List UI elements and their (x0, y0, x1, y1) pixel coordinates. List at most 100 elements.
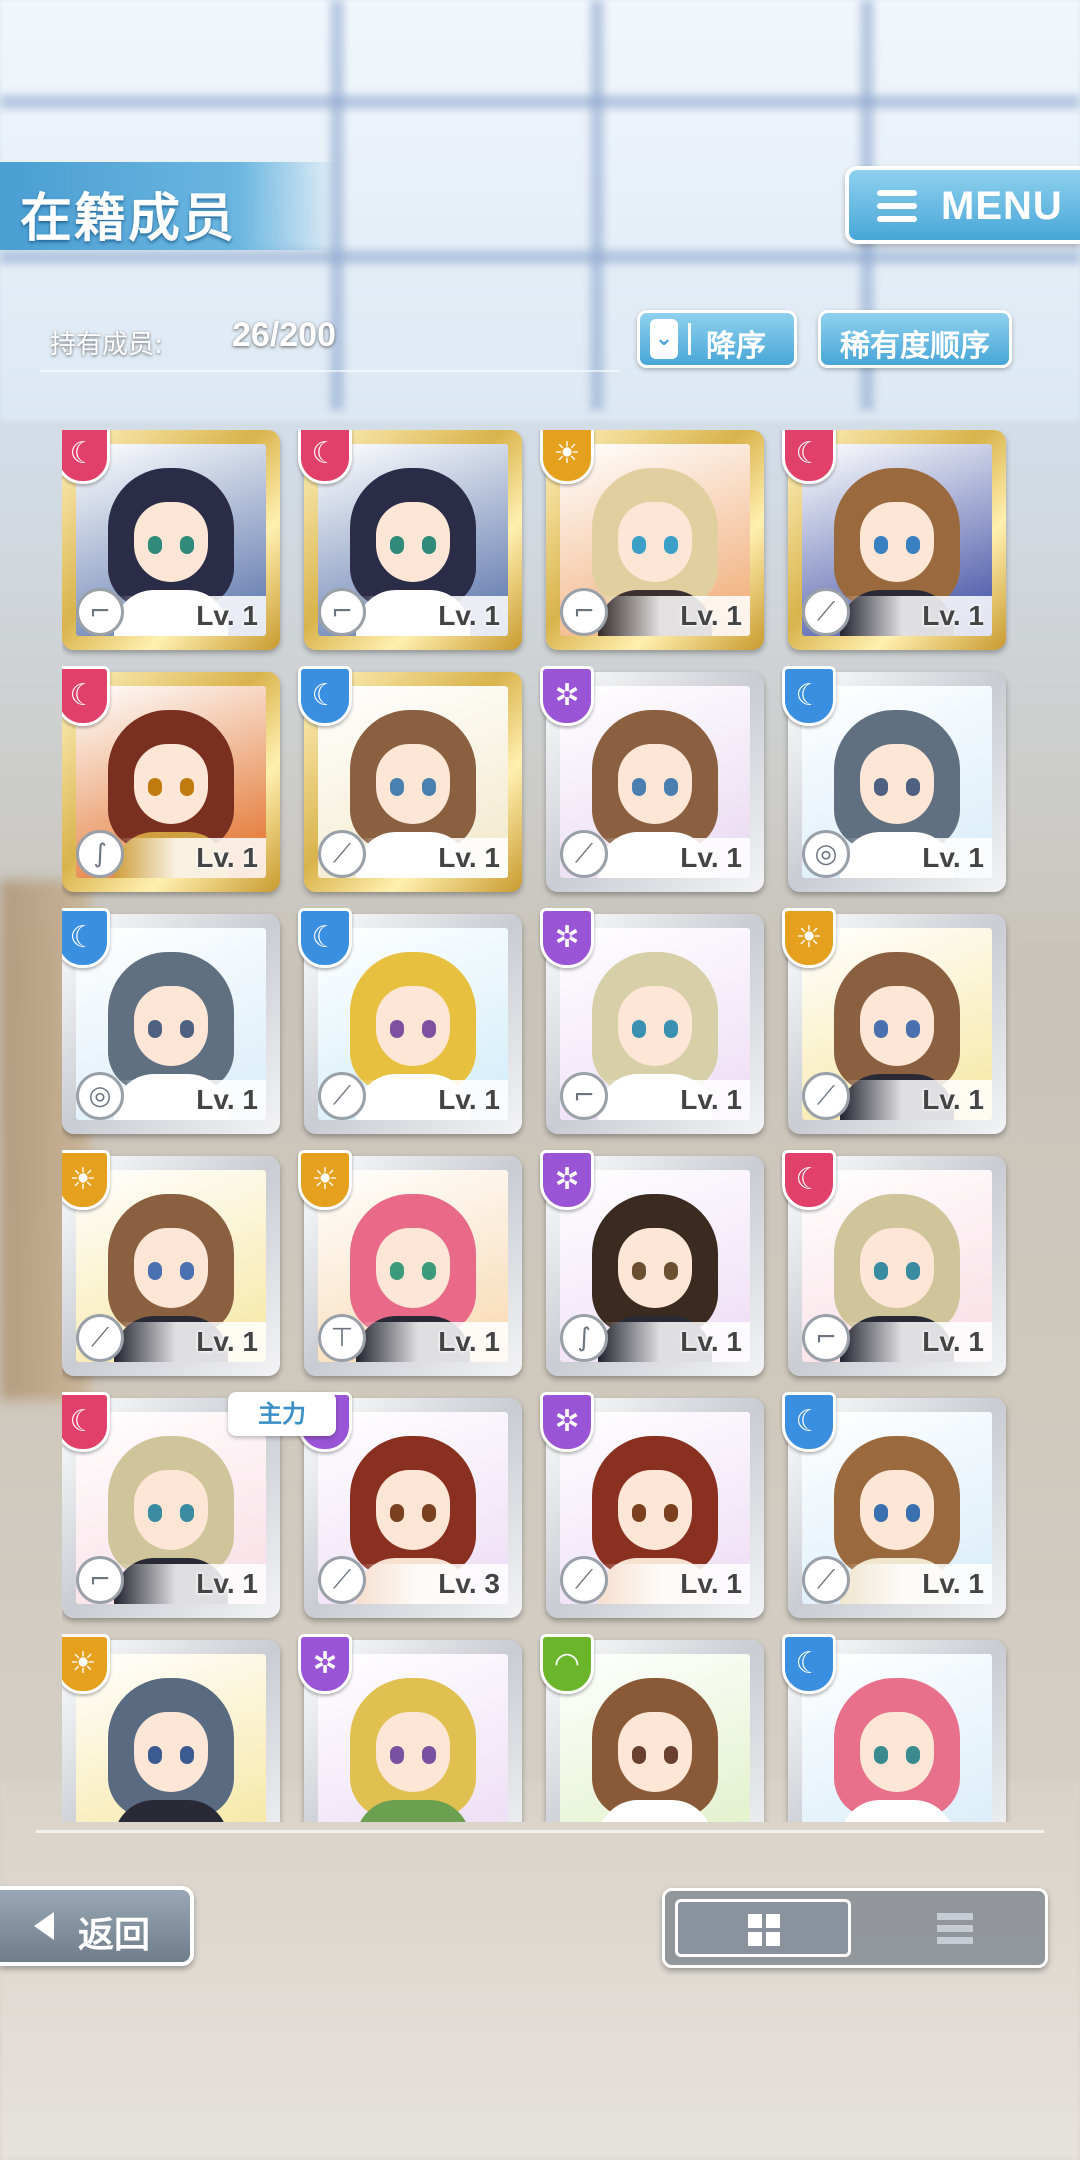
back-button[interactable]: 返回 (0, 1886, 194, 1966)
portrait-eye (632, 1020, 646, 1038)
sort-rarity-button[interactable]: 稀有度顺序 (818, 310, 1012, 368)
background-beam (0, 95, 1080, 109)
portrait-eye (180, 778, 194, 796)
member-card[interactable]: ✲ (298, 1634, 522, 1822)
card-level: Lv. 1 (196, 600, 258, 631)
portrait-eye (664, 1746, 678, 1764)
member-card[interactable]: ☀ ⟋ Lv. 1 (62, 1150, 280, 1376)
portrait-face (376, 1228, 450, 1308)
portrait-face (618, 1712, 692, 1792)
portrait-eye (422, 778, 436, 796)
portrait-face (860, 1228, 934, 1308)
portrait-eye (180, 1746, 194, 1764)
portrait-eye (874, 1746, 888, 1764)
portrait-face (618, 1228, 692, 1308)
member-card[interactable]: ☀ ⌐ Lv. 1 (540, 430, 764, 650)
member-card[interactable]: ✲⟋Lv. 3 (298, 1392, 522, 1618)
portrait-eye (632, 536, 646, 554)
member-card[interactable]: ☀ (62, 1634, 280, 1822)
member-card[interactable]: ◠ (540, 1634, 764, 1822)
view-mode-toggle (662, 1888, 1048, 1968)
member-card[interactable]: ☾ (782, 1634, 1006, 1822)
portrait-eye (664, 1504, 678, 1522)
weapon-gun-icon: ⌐ (76, 588, 124, 636)
weapon-sword-icon: ⟋ (802, 588, 850, 636)
card-level: Lv. 1 (922, 1568, 984, 1599)
grid-view-icon (748, 1914, 780, 1946)
member-card[interactable]: ✲ ⌐ Lv. 1 (540, 908, 764, 1134)
portrait-eye (632, 1504, 646, 1522)
attribute-orange-icon: ☀ (782, 908, 836, 968)
weapon-gun-icon: ⌐ (560, 1072, 608, 1120)
member-card[interactable]: ☀ ⊤ Lv. 1 (298, 1150, 522, 1376)
member-card[interactable]: ☾ ⌐ Lv. 1 (62, 430, 280, 650)
member-card[interactable]: ✲ ∫ Lv. 1 (540, 1150, 764, 1376)
attribute-purple-icon: ✲ (540, 908, 594, 968)
member-card[interactable]: ☾ ⟋ Lv. 1 (298, 908, 522, 1134)
portrait-eye (148, 1504, 162, 1522)
portrait-face (860, 986, 934, 1066)
portrait-eye (422, 1504, 436, 1522)
card-level: Lv. 1 (196, 1568, 258, 1599)
attribute-red-icon: ☾ (62, 430, 110, 484)
hamburger-icon (877, 190, 917, 222)
portrait-eye (906, 1262, 920, 1280)
weapon-gun-icon: ⌐ (802, 1314, 850, 1362)
portrait-eye (906, 1504, 920, 1522)
member-card[interactable]: ✲ ⟋ Lv. 1 (540, 1392, 764, 1618)
portrait-eye (180, 1504, 194, 1522)
attribute-blue-icon: ☾ (782, 1392, 836, 1452)
card-level: Lv. 1 (438, 1084, 500, 1115)
member-card[interactable]: ☾ ⟋ Lv. 1 (298, 666, 522, 892)
member-card[interactable]: ☾ ⌐ Lv. 1 (782, 1150, 1006, 1376)
portrait-face (376, 986, 450, 1066)
portrait-eye (906, 1746, 920, 1764)
background-beam (0, 250, 1080, 264)
sort-order-button[interactable]: ⌄ 降序 (637, 310, 797, 368)
weapon-gun-icon: ⌐ (560, 588, 608, 636)
attribute-blue-icon: ☾ (62, 908, 110, 968)
attribute-red-icon: ☾ (62, 1392, 110, 1452)
card-level: Lv. 1 (680, 1326, 742, 1357)
portrait-eye (664, 778, 678, 796)
title-banner: 在籍成员 (0, 162, 340, 250)
portrait-face (618, 1470, 692, 1550)
grid-view-button[interactable] (675, 1899, 851, 1957)
weapon-sword-icon: ⟋ (318, 1072, 366, 1120)
weapon-gun-icon: ⌐ (76, 1556, 124, 1604)
member-card[interactable]: ☾ ⟋ Lv. 1 (782, 430, 1006, 650)
menu-button[interactable]: MENU (845, 166, 1080, 244)
attribute-blue-icon: ☾ (298, 666, 352, 726)
portrait-eye (422, 1262, 436, 1280)
attribute-red-icon: ☾ (782, 430, 836, 484)
member-card[interactable]: ☾ ∫ Lv. 1 (62, 666, 280, 892)
member-card[interactable]: ☾ ◎ Lv. 1 (782, 666, 1006, 892)
card-level: Lv. 1 (680, 842, 742, 873)
card-level: Lv. 1 (438, 842, 500, 873)
portrait-face (376, 1470, 450, 1550)
card-level: Lv. 1 (680, 600, 742, 631)
divider (36, 1830, 1044, 1833)
attribute-orange-icon: ☀ (298, 1150, 352, 1210)
portrait-eye (148, 1262, 162, 1280)
member-card[interactable]: ✲ ⟋ Lv. 1 (540, 666, 764, 892)
portrait-eye (632, 1746, 646, 1764)
member-card[interactable]: ☀ ⟋ Lv. 1 (782, 908, 1006, 1134)
member-card[interactable]: ☾ ⌐ Lv. 1 (298, 430, 522, 650)
attribute-green-icon: ◠ (540, 1634, 594, 1694)
attribute-red-icon: ☾ (298, 430, 352, 484)
weapon-sword-icon: ⟋ (76, 1314, 124, 1362)
member-card[interactable]: ☾ ⟋ Lv. 1 (782, 1392, 1006, 1618)
attribute-blue-icon: ☾ (298, 908, 352, 968)
weapon-chakram-icon: ◎ (76, 1072, 124, 1120)
portrait-face (618, 744, 692, 824)
portrait-eye (180, 536, 194, 554)
portrait-face (134, 1228, 208, 1308)
weapon-hammer-icon: ⊤ (318, 1314, 366, 1362)
attribute-orange-icon: ☀ (540, 430, 594, 484)
list-view-button[interactable] (865, 1899, 1041, 1957)
card-level: Lv. 1 (680, 1568, 742, 1599)
member-card[interactable]: ☾ ◎ Lv. 1 (62, 908, 280, 1134)
attribute-blue-icon: ☾ (782, 1634, 836, 1694)
portrait-face (860, 744, 934, 824)
